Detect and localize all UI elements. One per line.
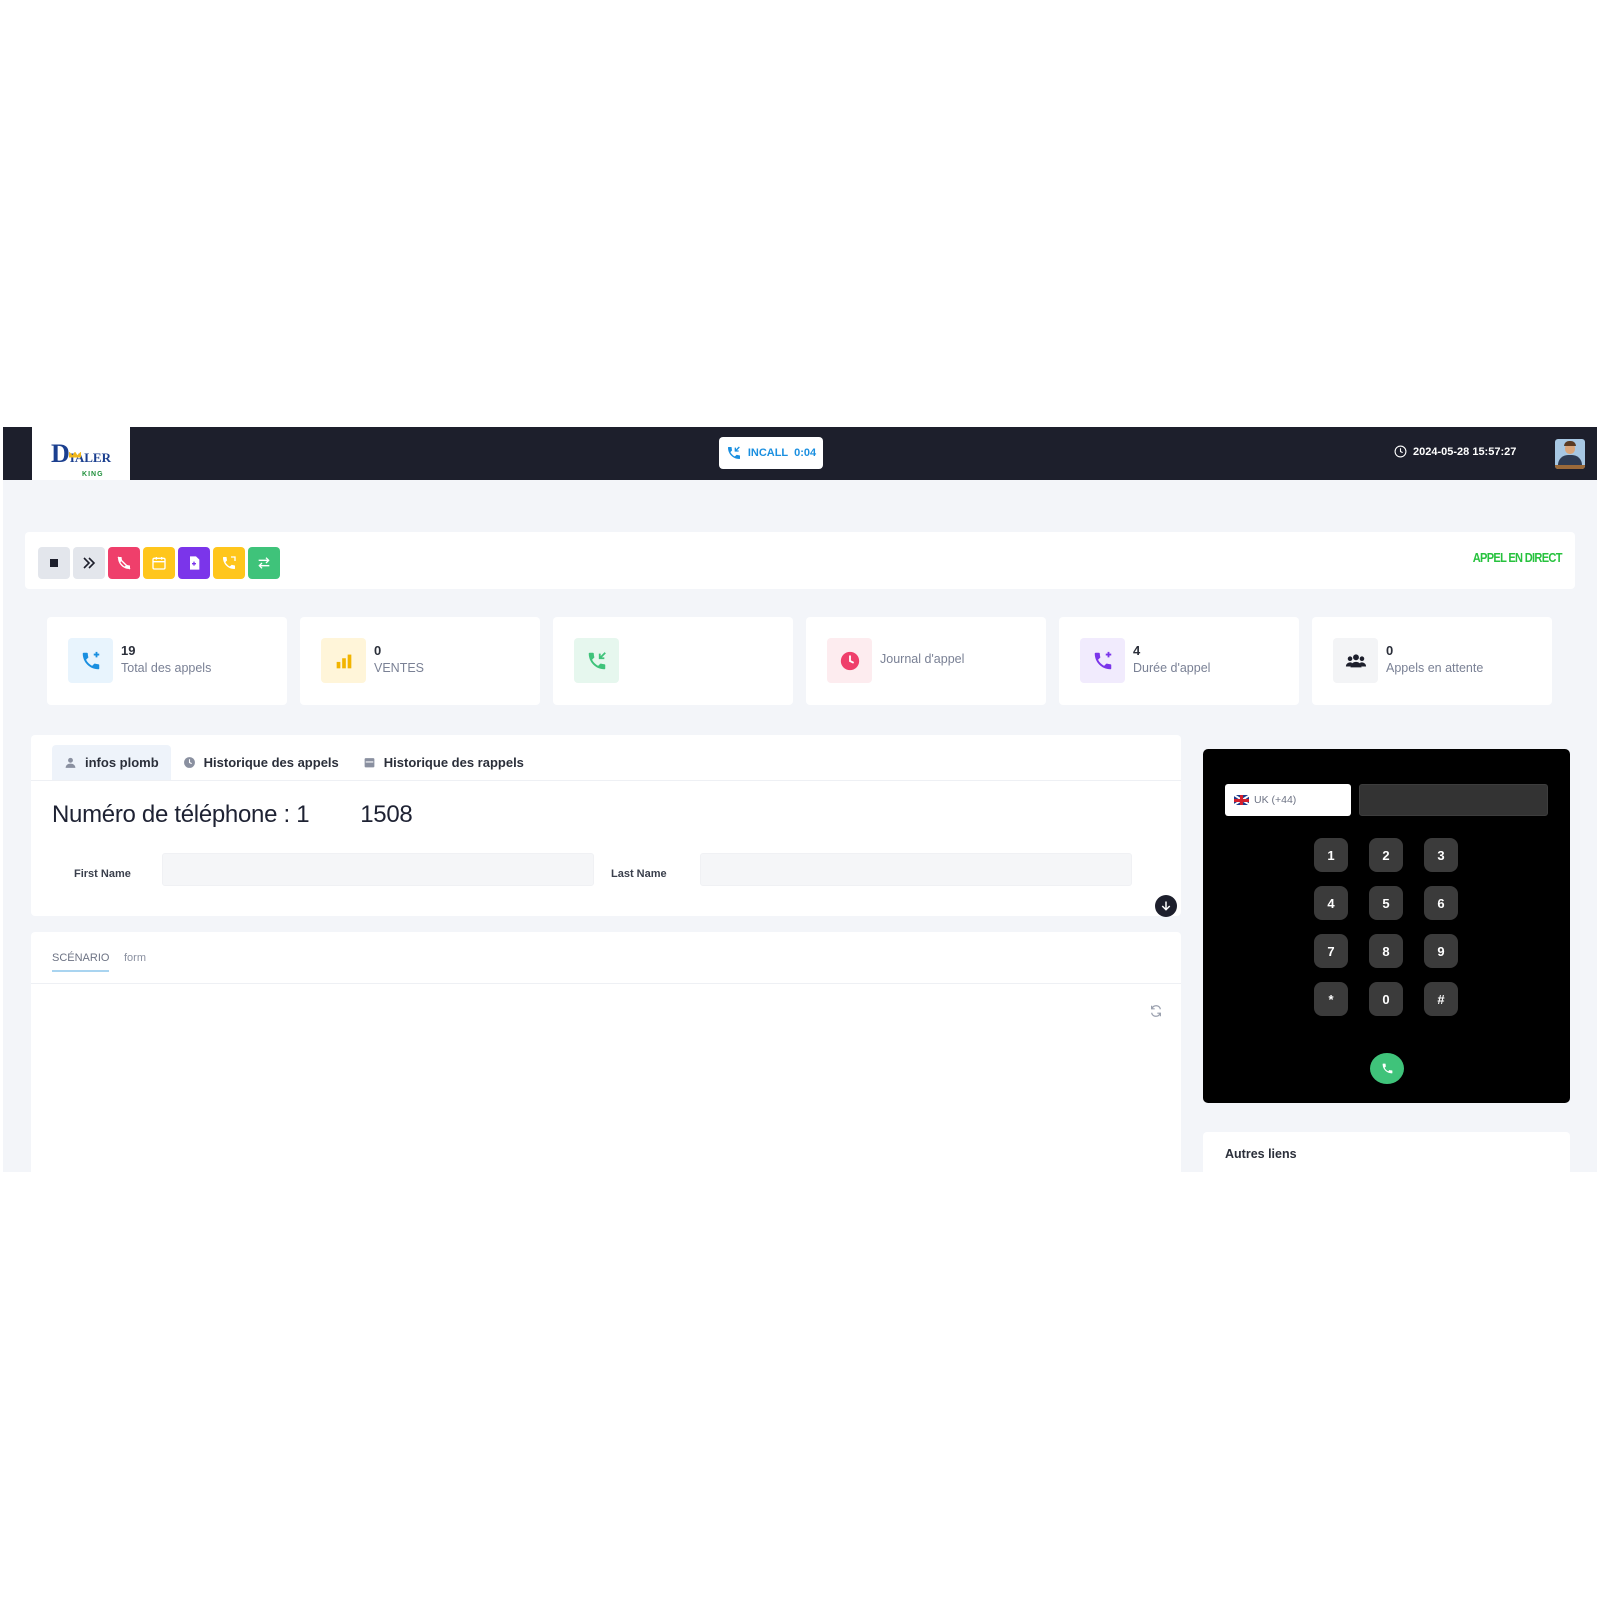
logo[interactable]: DIALER KING xyxy=(32,427,130,480)
incall-label: INCALL xyxy=(747,447,789,459)
last-name-label: Last Name xyxy=(611,868,667,880)
calendar-icon xyxy=(152,557,166,570)
clock-icon xyxy=(183,757,195,768)
tab-form[interactable]: form xyxy=(124,952,146,970)
arrow-down-icon xyxy=(1161,901,1171,911)
refresh-icon[interactable] xyxy=(1149,1004,1163,1018)
top-bar: DIALER KING INCALL 0:04 2024-05-28 15:57… xyxy=(3,427,1597,480)
datetime-text: 2024-05-28 15:57:27 xyxy=(1413,445,1517,458)
transfer-button[interactable] xyxy=(248,547,280,579)
key-2[interactable]: 2 xyxy=(1369,838,1403,872)
scenario-panel: SCÉNARIO form xyxy=(31,932,1181,1172)
incall-status[interactable]: INCALL 0:04 xyxy=(719,437,823,469)
key-7[interactable]: 7 xyxy=(1314,934,1348,968)
country-code: UK (+44) xyxy=(1254,794,1297,806)
logo-initial: D xyxy=(51,438,70,468)
key-9[interactable]: 9 xyxy=(1424,934,1458,968)
divider xyxy=(31,983,1181,984)
square-icon xyxy=(50,559,58,567)
lead-tabs: infos plomb Historique des appels Histor… xyxy=(52,745,536,780)
stat-value: 0 xyxy=(374,643,382,658)
hangup-button[interactable] xyxy=(108,547,140,579)
stat-label: Total des appels xyxy=(121,661,212,675)
key-3[interactable]: 3 xyxy=(1424,838,1458,872)
key-star[interactable]: * xyxy=(1314,982,1348,1016)
stat-label: Durée d'appel xyxy=(1133,661,1211,675)
incall-timer: 0:04 xyxy=(794,447,817,459)
key-6[interactable]: 6 xyxy=(1424,886,1458,920)
phone-plus-icon xyxy=(1080,638,1125,683)
transfer-arrows-icon xyxy=(258,557,270,569)
stat-label: Journal d'appel xyxy=(880,652,965,666)
user-icon xyxy=(65,757,76,768)
expand-button[interactable] xyxy=(1155,895,1177,917)
tab-label: Historique des rappels xyxy=(383,755,524,770)
callback-button[interactable] xyxy=(213,547,245,579)
clock-icon xyxy=(827,638,872,683)
other-links-title: Autres liens xyxy=(1225,1147,1297,1161)
user-avatar[interactable] xyxy=(1555,439,1585,469)
phone-callback-icon xyxy=(223,556,236,569)
phone-number-prefix: Numéro de téléphone : 1 xyxy=(52,801,310,828)
logo-text: DIALER KING xyxy=(51,438,111,478)
first-name-label: First Name xyxy=(74,868,131,880)
phone-incoming-icon xyxy=(574,638,619,683)
bar-chart-icon xyxy=(321,638,366,683)
key-1[interactable]: 1 xyxy=(1314,838,1348,872)
users-icon xyxy=(1333,638,1378,683)
phone-incoming-icon xyxy=(727,446,740,459)
phone-hangup-icon xyxy=(117,556,131,570)
phone-number-suffix: 1508 xyxy=(360,801,413,828)
stat-value: 19 xyxy=(121,643,136,658)
document-icon xyxy=(190,556,200,570)
stat-card-waiting-calls: 0 Appels en attente xyxy=(1312,617,1552,705)
skip-button[interactable] xyxy=(73,547,105,579)
app-window: DIALER KING INCALL 0:04 2024-05-28 15:57… xyxy=(3,427,1597,1172)
tab-call-history[interactable]: Historique des appels xyxy=(171,745,351,780)
stat-value: 0 xyxy=(1386,643,1394,658)
stat-card-incoming xyxy=(553,617,793,705)
stat-card-call-log[interactable]: Journal d'appel xyxy=(806,617,1046,705)
calendar-button[interactable] xyxy=(143,547,175,579)
other-links-panel: Autres liens xyxy=(1203,1132,1570,1172)
phone-icon xyxy=(1382,1063,1392,1074)
tab-lead-info[interactable]: infos plomb xyxy=(52,745,171,780)
double-chevron-right-icon xyxy=(83,557,96,569)
datetime-display: 2024-05-28 15:57:27 xyxy=(1394,445,1516,458)
divider xyxy=(31,780,1181,781)
key-0[interactable]: 0 xyxy=(1369,982,1403,1016)
stat-card-total-calls: 19 Total des appels xyxy=(47,617,287,705)
call-button[interactable] xyxy=(1370,1053,1404,1084)
phone-number-input[interactable] xyxy=(1359,784,1548,816)
key-4[interactable]: 4 xyxy=(1314,886,1348,920)
tab-callback-history[interactable]: Historique des rappels xyxy=(351,745,536,780)
first-name-field[interactable] xyxy=(162,853,594,886)
tab-label: Historique des appels xyxy=(203,755,339,770)
tab-label: infos plomb xyxy=(85,755,159,770)
key-hash[interactable]: # xyxy=(1424,982,1458,1016)
clock-icon xyxy=(1394,445,1407,458)
stat-value: 4 xyxy=(1133,643,1141,658)
dialer-pad: UK (+44) 1 2 3 4 5 6 7 8 9 * 0 # xyxy=(1203,749,1570,1103)
last-name-field[interactable] xyxy=(700,853,1132,886)
stat-label: Appels en attente xyxy=(1386,661,1484,675)
stat-card-sales: 0 VENTES xyxy=(300,617,540,705)
stat-card-call-duration: 4 Durée d'appel xyxy=(1059,617,1299,705)
key-5[interactable]: 5 xyxy=(1369,886,1403,920)
uk-flag-icon xyxy=(1234,795,1249,805)
tab-scenario[interactable]: SCÉNARIO xyxy=(52,952,110,972)
action-toolbar: APPEL EN DIRECT xyxy=(25,532,1575,589)
lead-info-panel: infos plomb Historique des appels Histor… xyxy=(31,735,1181,917)
live-call-label: APPEL EN DIRECT xyxy=(1472,550,1563,565)
logo-sub: KING xyxy=(82,470,104,478)
stat-label: VENTES xyxy=(374,661,425,675)
phone-plus-icon xyxy=(68,638,113,683)
country-select[interactable]: UK (+44) xyxy=(1225,784,1351,816)
calendar-icon xyxy=(364,758,375,768)
stop-button[interactable] xyxy=(38,547,70,579)
phone-number-title: Numéro de téléphone : 1 1508 xyxy=(52,801,413,829)
key-8[interactable]: 8 xyxy=(1369,934,1403,968)
document-button[interactable] xyxy=(178,547,210,579)
